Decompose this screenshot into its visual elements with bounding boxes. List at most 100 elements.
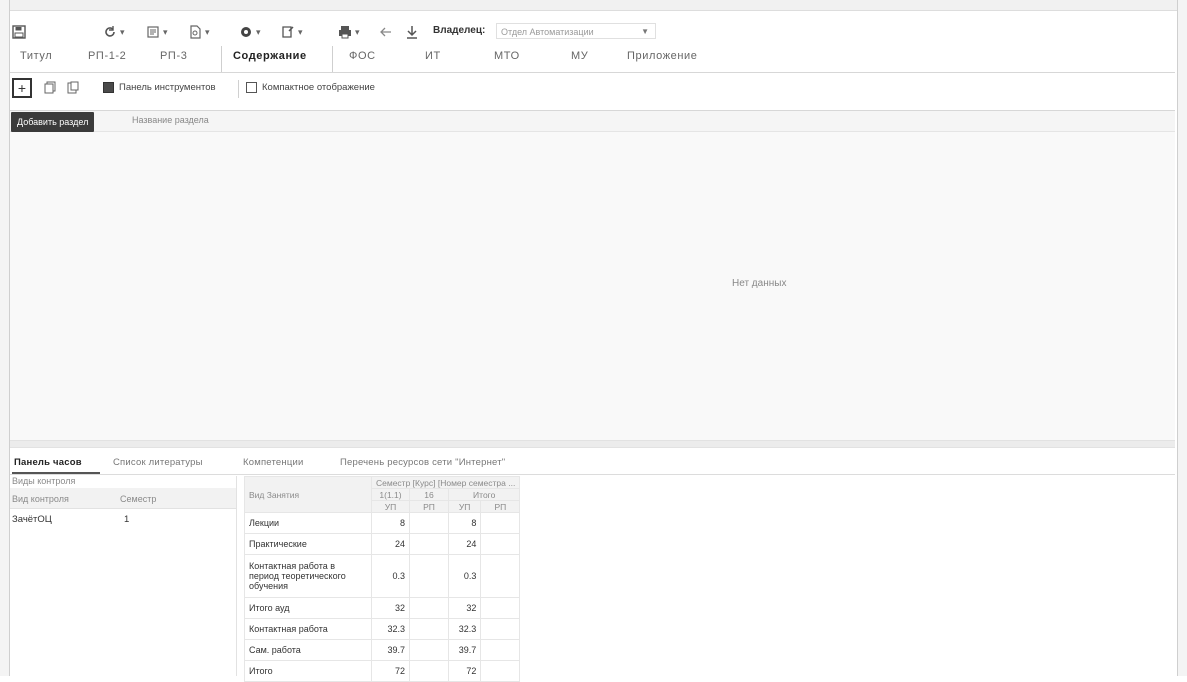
tab-it[interactable]: ИТ [425,50,441,62]
up-cell: 39.7 [370,639,411,661]
sections-grid: Добавить раздел Название раздела Нет дан… [10,110,1175,441]
semester-header: Семестр [Курс] [Номер семестра ... [370,476,521,489]
control-kind-column-header[interactable]: Вид контроля [12,494,69,504]
panel-splitter[interactable] [10,440,1175,448]
lesson-kind-cell: Итого ауд [244,597,372,619]
copy-icon[interactable] [44,81,56,97]
up-cell: 0.3 [370,554,411,598]
plus-icon: + [17,80,27,96]
active-tab-underline [12,472,100,474]
sections-grid-header: Добавить раздел Название раздела [10,111,1175,132]
table-row[interactable]: Контактная работа в период теоретическог… [244,554,521,598]
add-section-tooltip: Добавить раздел [11,112,95,132]
chevron-down-icon[interactable]: ▾ [120,27,125,38]
up-cell: 32.3 [370,618,411,640]
tab-internet-resources[interactable]: Перечень ресурсов сети "Интернет" [340,457,505,468]
total-header: Итого [448,488,521,501]
table-row[interactable]: Сам. работа 39.7 39.7 [244,639,521,661]
total-rp-cell [480,618,521,640]
total-up-cell: 39.7 [448,639,482,661]
lesson-kind-cell: Итого [244,660,372,682]
window-left-edge [0,0,10,676]
tab-fos[interactable]: ФОС [349,50,376,62]
chevron-down-icon[interactable]: ▾ [256,27,261,38]
toolbar-panel-label: Панель инструментов [119,82,216,93]
main-toolbar: ▾ ▾ ▾ ▾ ▾ ▾ Владелец: Отдел Автоматизаци… [10,22,1175,44]
tab-hours-panel[interactable]: Панель часов [14,457,82,468]
print-icon[interactable]: ▾ [338,22,360,42]
owner-label: Владелец: [433,25,486,36]
up-cell: 8 [370,512,411,534]
lesson-kind-cell: Сам. работа [244,639,372,661]
tab-titul[interactable]: Титул [20,50,52,62]
control-types-header: Вид контроля Семестр [10,488,236,509]
tools-icon[interactable]: ▾ [146,22,168,42]
table-row[interactable]: Итого 72 72 [244,660,521,682]
total-rp-cell [480,533,521,555]
total-up-subheader: УП [448,500,482,513]
rp-cell [409,660,450,682]
table-row[interactable]: Контактная работа 32.3 32.3 [244,618,521,640]
semester-column-header[interactable]: Семестр [120,494,156,504]
document-icon[interactable]: ▾ [188,22,210,42]
total-rp-cell [480,639,521,661]
compact-view-checkbox[interactable] [246,82,257,93]
table-row[interactable]: Лекции 8 8 [244,512,521,534]
semester-group-header: 1(1.1) [370,488,411,501]
tab-literature[interactable]: Список литературы [113,457,203,468]
back-icon[interactable] [380,22,392,42]
toolbar-divider [238,80,239,98]
total-up-cell: 8 [448,512,482,534]
hours-table: Вид Занятия Семестр [Курс] [Номер семест… [244,476,521,682]
tab-rp-3[interactable]: РП-3 [160,50,187,62]
tab-rp-1-2[interactable]: РП-1-2 [88,50,126,62]
control-types-title: Виды контроля [12,476,76,486]
rp-cell [409,597,450,619]
settings-icon[interactable]: ▾ [239,22,261,42]
chevron-down-icon[interactable]: ▼ [641,24,649,40]
section-name-column-header[interactable]: Название раздела [132,115,209,125]
toolbar-panel-checkbox[interactable] [103,82,114,93]
lesson-kind-header[interactable]: Вид Занятия [244,476,372,513]
lesson-kind-cell: Контактная работа в период теоретическог… [244,554,372,598]
save-icon[interactable] [12,22,26,42]
rp-cell [409,554,450,598]
table-row[interactable]: Практические 24 24 [244,533,521,555]
rp-cell [409,533,450,555]
total-up-cell: 24 [448,533,482,555]
add-section-button[interactable]: + [12,78,32,98]
tab-mu[interactable]: МУ [571,50,588,62]
control-kind-cell: ЗачётОЦ [12,514,52,525]
edit-document-icon[interactable]: ▾ [281,22,303,42]
chevron-down-icon[interactable]: ▾ [298,27,303,38]
tab-competencies[interactable]: Компетенции [243,457,304,468]
control-types-panel: Виды контроля Вид контроля Семестр Зачёт… [10,476,237,676]
chevron-down-icon[interactable]: ▾ [355,27,360,38]
rp-cell [409,512,450,534]
total-up-cell: 32.3 [448,618,482,640]
rp-cell [409,639,450,661]
table-row[interactable]: ЗачётОЦ 1 [10,514,236,528]
window: ▾ ▾ ▾ ▾ ▾ ▾ Владелец: Отдел Автоматизаци… [0,0,1187,682]
paste-icon[interactable] [67,81,79,97]
lesson-kind-cell: Лекции [244,512,372,534]
up-subheader: УП [370,500,411,513]
total-up-cell: 72 [448,660,482,682]
empty-grid-message: Нет данных [732,278,787,289]
chevron-down-icon[interactable]: ▾ [205,27,210,38]
table-row[interactable]: Итого ауд 32 32 [244,597,521,619]
up-cell: 24 [370,533,411,555]
total-rp-subheader: РП [480,500,521,513]
weeks-header: 16 [409,488,450,501]
total-up-cell: 0.3 [448,554,482,598]
download-icon[interactable] [406,22,418,42]
chevron-down-icon[interactable]: ▾ [163,27,168,38]
tab-mto[interactable]: МТО [494,50,520,62]
total-rp-cell [480,597,521,619]
owner-select[interactable]: Отдел Автоматизации ▼ [496,23,656,39]
tab-appendix[interactable]: Приложение [627,50,698,62]
main-tabs: Титул РП-1-2 РП-3 Содержание ФОС ИТ МТО … [10,46,1175,73]
tab-content[interactable]: Содержание [233,50,307,62]
lesson-kind-cell: Практические [244,533,372,555]
refresh-icon[interactable]: ▾ [103,22,125,42]
